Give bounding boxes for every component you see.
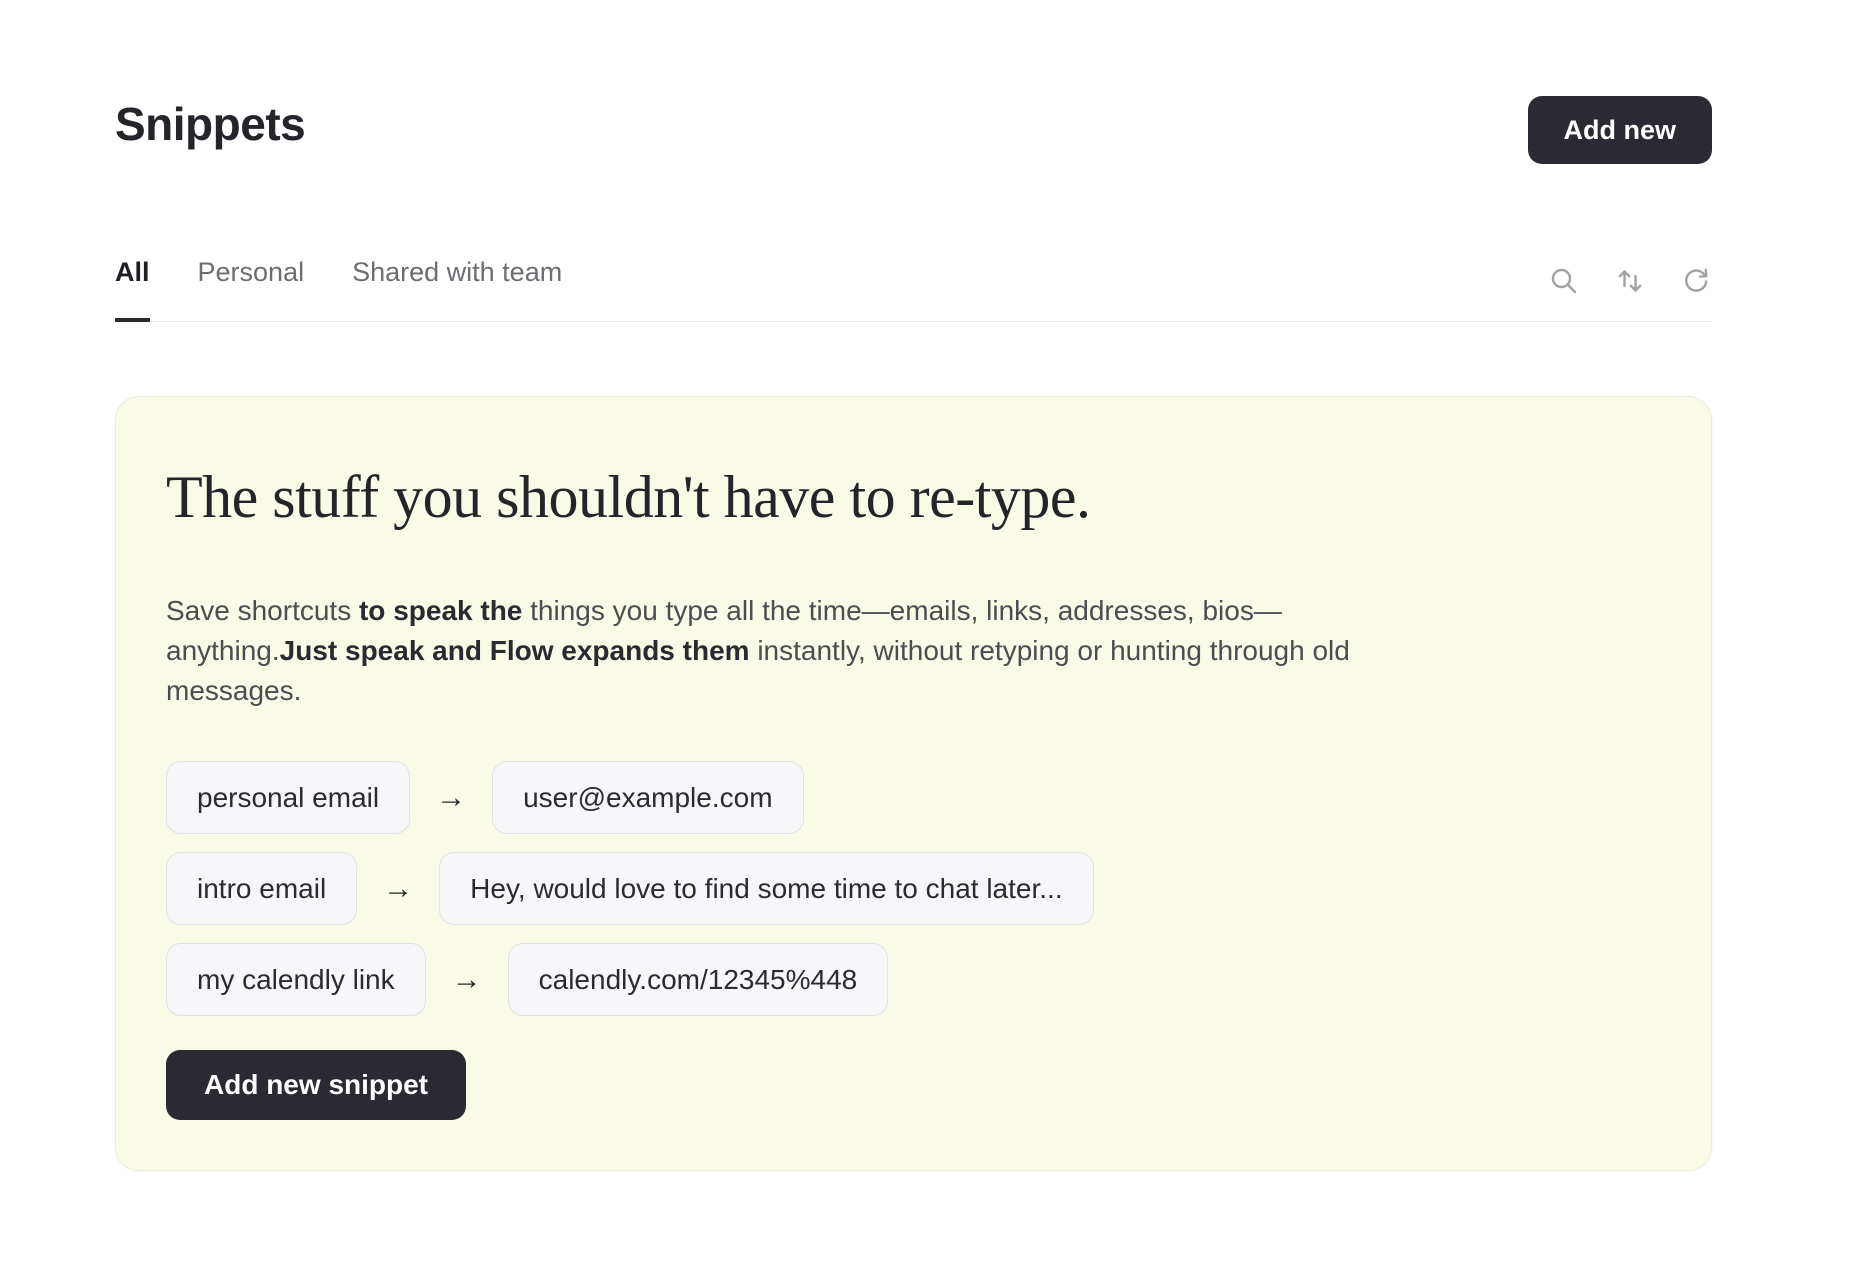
description-segment: Save shortcuts xyxy=(166,595,359,626)
add-new-button[interactable]: Add new xyxy=(1528,96,1713,164)
tabs-bar: All Personal Shared with team xyxy=(115,256,1712,322)
snippet-example-row: my calendly link → calendly.com/12345%44… xyxy=(166,943,1661,1016)
snippet-shortcut-pill: intro email xyxy=(166,852,357,925)
snippet-example-row: personal email → user@example.com xyxy=(166,761,1661,834)
card-heading: The stuff you shouldn't have to re-type. xyxy=(166,461,1661,533)
snippet-shortcut-pill: my calendly link xyxy=(166,943,426,1016)
add-snippet-container: Add new snippet xyxy=(166,1050,1661,1120)
arrow-right-icon: → xyxy=(383,872,413,905)
tab-list: All Personal Shared with team xyxy=(115,256,562,321)
description-segment-bold: to speak the xyxy=(359,595,522,626)
tab-all[interactable]: All xyxy=(115,256,150,322)
add-new-snippet-button[interactable]: Add new snippet xyxy=(166,1050,466,1120)
snippets-page: Snippets Add new All Personal Shared wit… xyxy=(0,0,1872,1270)
sort-icon[interactable] xyxy=(1614,265,1646,297)
toolbar xyxy=(1548,265,1712,321)
description-segment-bold: Just speak and Flow expands them xyxy=(280,635,750,666)
tab-personal[interactable]: Personal xyxy=(198,256,305,322)
page-title: Snippets xyxy=(115,96,305,152)
arrow-right-icon: → xyxy=(452,963,482,996)
card-description: Save shortcuts to speak the things you t… xyxy=(166,591,1366,711)
tab-shared-with-team[interactable]: Shared with team xyxy=(352,256,562,322)
snippet-expansion-pill: user@example.com xyxy=(492,761,803,834)
search-icon[interactable] xyxy=(1548,265,1580,297)
page-header: Snippets Add new xyxy=(115,0,1712,164)
empty-state-card: The stuff you shouldn't have to re-type.… xyxy=(115,396,1712,1171)
snippet-expansion-pill: calendly.com/12345%448 xyxy=(508,943,889,1016)
snippet-expansion-pill: Hey, would love to find some time to cha… xyxy=(439,852,1093,925)
snippet-example-row: intro email → Hey, would love to find so… xyxy=(166,852,1661,925)
arrow-right-icon: → xyxy=(436,781,466,814)
refresh-icon[interactable] xyxy=(1680,265,1712,297)
snippet-shortcut-pill: personal email xyxy=(166,761,410,834)
